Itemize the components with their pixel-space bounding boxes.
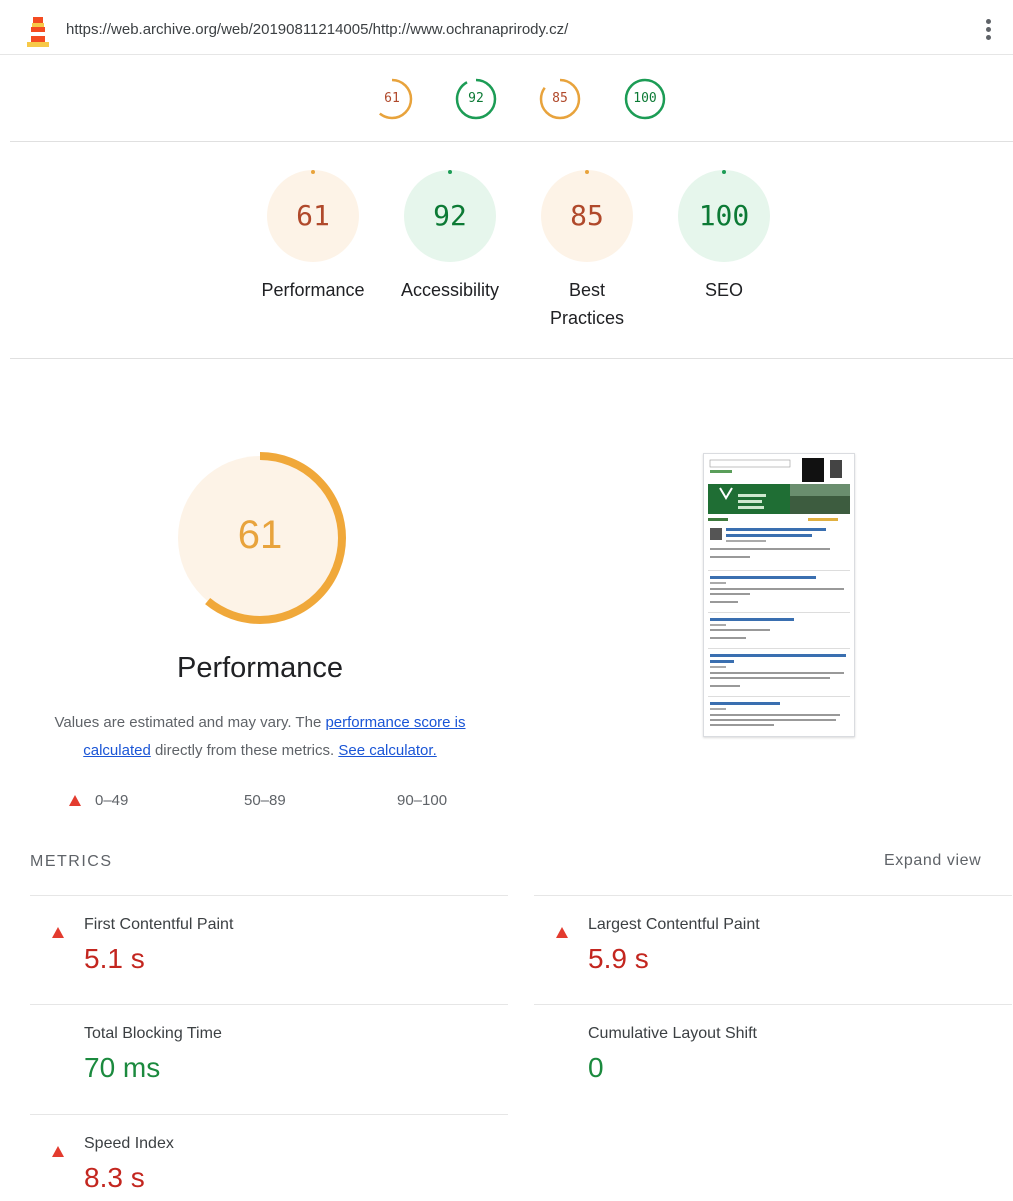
report-topbar: https://web.archive.org/web/201908112140…	[0, 0, 1013, 55]
mini-gauge-seo[interactable]: 100	[622, 76, 668, 122]
metric-first-contentful-paint: First Contentful Paint 5.1 s	[30, 895, 508, 1004]
performance-desc-text-2: directly from these metrics.	[150, 742, 339, 759]
gauge-performance-score: 61	[296, 199, 330, 232]
metric-value: 70 ms	[84, 1052, 161, 1083]
gauge-accessibility-label: Accessibility	[400, 280, 500, 300]
lighthouse-icon	[24, 14, 52, 48]
metric-speed-index: Speed Index 8.3 s	[30, 1114, 508, 1201]
gauge-best-practices-label: Best Practices	[549, 280, 625, 328]
metric-cumulative-layout-shift: Cumulative Layout Shift 0	[534, 1004, 1012, 1113]
metric-title: Largest Contentful Paint	[588, 916, 760, 933]
performance-big-gauge: 61	[172, 450, 348, 626]
metrics-heading: METRICS	[30, 853, 113, 870]
metric-title: Cumulative Layout Shift	[588, 1025, 757, 1042]
fail-triangle-icon	[52, 927, 64, 938]
metric-value: 8.3 s	[84, 1162, 145, 1193]
gauge-seo-label: SEO	[704, 280, 743, 300]
mini-gauge-accessibility[interactable]: 92	[453, 76, 499, 122]
sticky-score-bar: 61 92 85 100	[0, 76, 1013, 128]
see-calculator-link[interactable]: See calculator.	[338, 742, 436, 759]
legend-fail: 0–49	[69, 792, 128, 809]
fail-triangle-icon	[52, 1146, 64, 1157]
mini-gauge-accessibility-value: 92	[468, 91, 484, 106]
legend-average-range: 50–89	[244, 792, 286, 809]
expand-view-toggle[interactable]: Expand view	[884, 852, 981, 870]
gauge-accessibility-score: 92	[433, 199, 467, 232]
final-screenshot-thumbnail[interactable]	[703, 453, 855, 737]
metric-largest-contentful-paint: Largest Contentful Paint 5.9 s	[534, 895, 1012, 1004]
mini-gauge-best-practices-value: 85	[552, 91, 568, 106]
divider	[10, 141, 1013, 142]
metric-total-blocking-time: Total Blocking Time 70 ms	[30, 1004, 508, 1113]
performance-description: Values are estimated and may vary. The p…	[28, 709, 492, 765]
legend-average: 50–89	[220, 792, 286, 809]
fail-triangle-icon	[69, 795, 81, 806]
kebab-menu-icon[interactable]	[976, 16, 1000, 46]
performance-big-score: 61	[237, 513, 283, 557]
mini-gauge-seo-value: 100	[633, 91, 657, 106]
metric-title: Total Blocking Time	[84, 1025, 222, 1042]
metric-title: Speed Index	[84, 1135, 174, 1152]
performance-desc-text: Values are estimated and may vary. The	[54, 714, 326, 731]
performance-title: Performance	[176, 652, 343, 684]
metric-value: 0	[588, 1052, 604, 1083]
metric-title: First Contentful Paint	[84, 916, 234, 933]
mini-gauge-best-practices[interactable]: 85	[537, 76, 583, 122]
legend-pass: 90–100	[372, 792, 447, 809]
legend-pass-range: 90–100	[397, 792, 448, 809]
fail-triangle-icon	[556, 927, 568, 938]
mini-gauge-performance-value: 61	[384, 91, 400, 106]
legend-fail-range: 0–49	[95, 792, 129, 809]
gauge-best-practices-score: 85	[570, 199, 604, 232]
metric-value: 5.9 s	[588, 943, 649, 974]
gauge-performance-label: Performance	[261, 280, 365, 300]
divider	[10, 358, 1013, 359]
mini-gauge-performance[interactable]: 61	[369, 76, 415, 122]
metric-value: 5.1 s	[84, 943, 145, 974]
gauge-seo-score: 100	[698, 199, 750, 232]
page-url: https://web.archive.org/web/201908112140…	[66, 21, 569, 38]
